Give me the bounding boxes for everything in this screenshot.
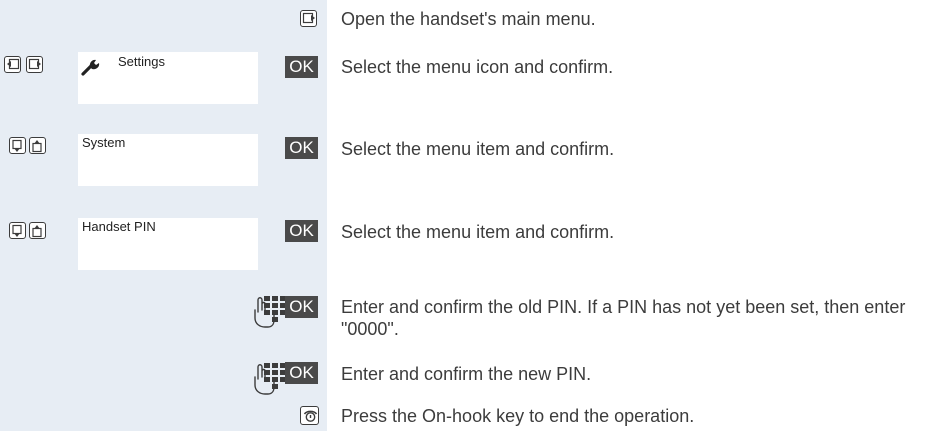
keypad-icon bbox=[254, 363, 286, 395]
menu-display: System bbox=[78, 134, 258, 186]
control-key-up-icon bbox=[29, 222, 46, 239]
on-hook-key-icon bbox=[300, 406, 319, 425]
step-description: Select the menu icon and confirm. bbox=[341, 57, 614, 77]
ok-key: OK bbox=[285, 220, 318, 242]
step-description: Select the menu item and confirm. bbox=[341, 222, 615, 242]
menu-display: Settings bbox=[78, 52, 258, 104]
step-description: Enter and confirm the new PIN. bbox=[341, 364, 592, 384]
step-description: Press the On-hook key to end the operati… bbox=[341, 406, 695, 426]
step-description: Enter and confirm the old PIN. If a PIN … bbox=[341, 297, 906, 339]
menu-label: Handset PIN bbox=[82, 219, 156, 234]
ok-key: OK bbox=[285, 296, 318, 318]
control-key-right-icon bbox=[26, 56, 43, 73]
wrench-icon bbox=[81, 59, 100, 76]
control-key-up-icon bbox=[29, 137, 46, 154]
ok-key: OK bbox=[285, 137, 318, 159]
ok-key: OK bbox=[285, 56, 318, 78]
menu-display: Handset PIN bbox=[78, 218, 258, 270]
control-key-right-icon bbox=[300, 10, 317, 27]
menu-label: Settings bbox=[118, 54, 165, 69]
step-description: Open the handset's main menu. bbox=[341, 9, 596, 29]
control-key-left-icon bbox=[4, 56, 21, 73]
keypad-icon bbox=[254, 296, 286, 328]
ok-key: OK bbox=[285, 362, 318, 384]
control-key-down-icon bbox=[9, 222, 26, 239]
menu-label: System bbox=[82, 135, 126, 150]
step-description: Select the menu item and confirm. bbox=[341, 139, 615, 159]
control-key-down-icon bbox=[9, 137, 26, 154]
